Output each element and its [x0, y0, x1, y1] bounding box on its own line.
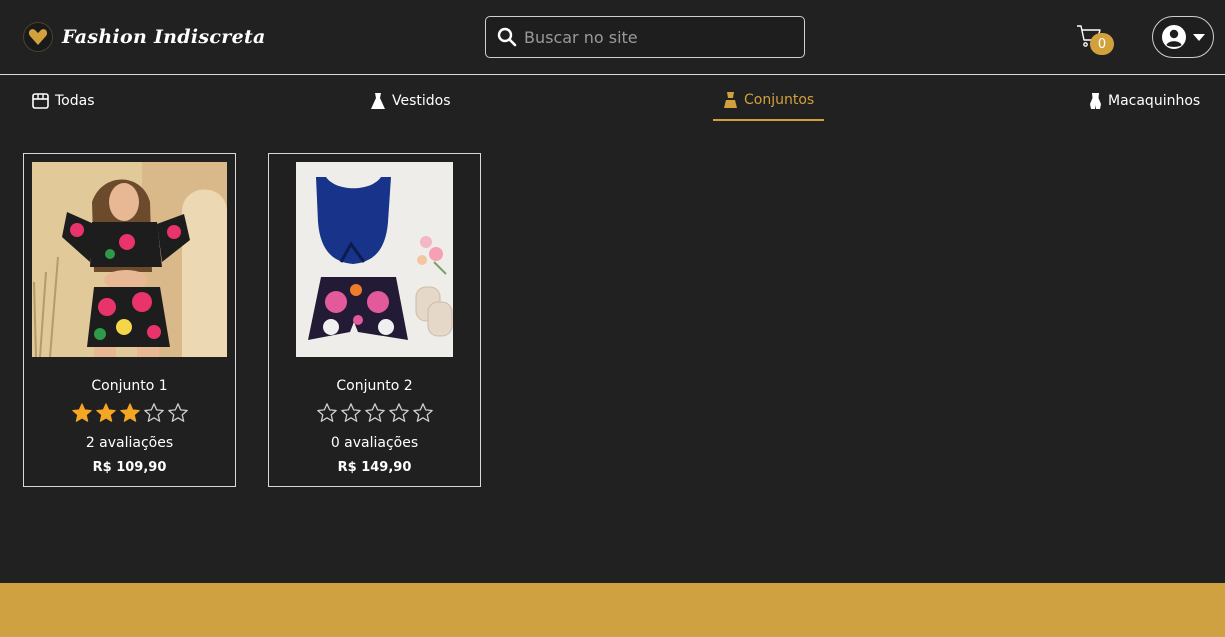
user-menu-button[interactable]: [1152, 16, 1214, 58]
star-filled-icon: [71, 403, 92, 422]
star-empty-icon: [388, 403, 409, 422]
tab-label: Macaquinhos: [1108, 93, 1201, 109]
product-review-count: 0 avaliações: [330, 435, 419, 451]
chevron-down-icon: [1193, 33, 1205, 41]
site-header: Fashion Indiscreta 0: [0, 0, 1225, 75]
tab-label: Vestidos: [392, 93, 451, 109]
product-review-count: 2 avaliações: [85, 435, 174, 451]
product-image[interactable]: [296, 162, 453, 357]
product-price: R$ 109,90: [92, 460, 167, 475]
store-icon: [32, 93, 49, 109]
brand-name: Fashion Indiscreta: [62, 26, 266, 48]
tab-vestidos[interactable]: Vestidos: [360, 81, 461, 121]
dress-icon: [371, 93, 385, 109]
search-bar: [485, 16, 805, 58]
outfit-icon: [724, 92, 737, 108]
brand-link[interactable]: Fashion Indiscreta: [23, 20, 266, 54]
star-empty-icon: [316, 403, 337, 422]
site-footer: [0, 583, 1225, 637]
star-empty-icon: [143, 403, 164, 422]
product-rating: [269, 402, 480, 424]
brand-logo: [23, 22, 53, 52]
cart-count-badge: 0: [1090, 33, 1114, 55]
star-empty-icon: [364, 403, 385, 422]
product-card[interactable]: Conjunto 2 0 avaliações R$ 149,90: [268, 153, 481, 487]
product-rating: [24, 402, 235, 424]
search-icon[interactable]: [497, 27, 517, 47]
tab-todas[interactable]: Todas: [22, 81, 105, 121]
star-empty-icon: [412, 403, 433, 422]
star-filled-icon: [95, 403, 116, 422]
search-input[interactable]: [524, 22, 794, 52]
star-filled-icon: [119, 403, 140, 422]
romper-icon: [1090, 93, 1101, 109]
product-image[interactable]: [32, 162, 227, 357]
star-empty-icon: [340, 403, 361, 422]
tab-label: Todas: [55, 93, 95, 109]
product-price: R$ 149,90: [337, 460, 412, 475]
tab-macaquinhos[interactable]: Macaquinhos: [1079, 81, 1210, 121]
product-card[interactable]: Conjunto 1 2 avaliações R$ 109,90: [23, 153, 236, 487]
tab-conjuntos[interactable]: Conjuntos: [713, 81, 825, 121]
cart-button[interactable]: 0: [1076, 24, 1116, 58]
tab-label: Conjuntos: [744, 92, 815, 108]
star-empty-icon: [167, 403, 188, 422]
user-avatar-icon: [1162, 25, 1186, 49]
product-name[interactable]: Conjunto 1: [24, 378, 235, 394]
product-name[interactable]: Conjunto 2: [269, 378, 480, 394]
